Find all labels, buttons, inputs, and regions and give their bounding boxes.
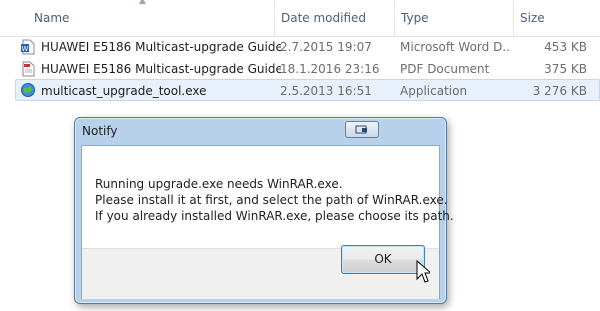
dialog-message-line: Running upgrade.exe needs WinRAR.exe.: [95, 177, 343, 191]
application-globe-icon: [21, 83, 35, 97]
file-date: 2.7.2015 19:07: [280, 40, 372, 54]
dialog-message-line: Please install it at first, and select t…: [95, 193, 448, 207]
file-row[interactable]: HUAWEI E5186 Multicast-upgrade Guide ...…: [15, 58, 600, 80]
column-header-size[interactable]: Size: [513, 0, 600, 36]
dialog-titlebar-button[interactable]: [345, 121, 379, 138]
file-type: Microsoft Word D...: [400, 40, 510, 54]
file-name: multicast_upgrade_tool.exe: [41, 84, 207, 98]
window-icon: [355, 125, 367, 134]
dialog-message-line: If you already installed WinRAR.exe, ple…: [95, 209, 454, 223]
file-type: Application: [400, 84, 468, 98]
file-name: HUAWEI E5186 Multicast-upgrade Guide ...: [41, 40, 281, 54]
file-row[interactable]: W HUAWEI E5186 Multicast-upgrade Guide .…: [15, 36, 600, 58]
file-size: 3 276 KB: [532, 84, 587, 98]
file-date: 2.5.2013 16:51: [280, 84, 372, 98]
file-size: 375 KB: [544, 62, 587, 76]
column-header-name[interactable]: Name: [28, 0, 276, 36]
notify-dialog: Notify Running upgrade.exe needs WinRAR.…: [74, 117, 454, 304]
dialog-body: Running upgrade.exe needs WinRAR.exe. Pl…: [81, 145, 454, 299]
column-header-type[interactable]: Type: [394, 0, 513, 36]
column-header-date[interactable]: Date modified: [274, 0, 394, 36]
sort-up-icon: ▲: [139, 0, 146, 6]
file-type: PDF Document: [400, 62, 490, 76]
dialog-title: Notify: [82, 124, 118, 138]
svg-text:W: W: [22, 45, 29, 53]
mouse-cursor-icon: [416, 260, 430, 283]
file-row-selected[interactable]: multicast_upgrade_tool.exe 2.5.2013 16:5…: [15, 79, 600, 101]
file-size: 453 KB: [544, 40, 587, 54]
file-date: 18.1.2016 23:16: [280, 62, 380, 76]
ok-button[interactable]: OK: [341, 245, 425, 274]
column-header-bar: Name ▲ Date modified Type Size: [0, 0, 600, 37]
pdf-icon: [22, 61, 35, 77]
file-name: HUAWEI E5186 Multicast-upgrade Guide ...: [41, 62, 281, 76]
word-doc-icon: W: [21, 39, 35, 55]
